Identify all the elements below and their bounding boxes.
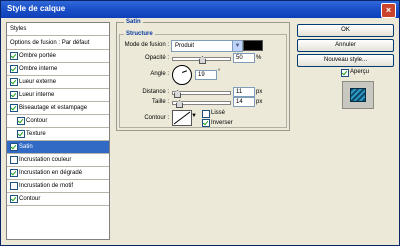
styles-list: Styles Options de fusion : Par défaut Om… (6, 22, 110, 240)
checkbox-gradient-overlay[interactable] (10, 169, 18, 177)
distance-input[interactable]: 11 (233, 87, 255, 97)
size-unit: px (256, 99, 263, 105)
blend-mode-label: Mode de fusion : (124, 42, 169, 48)
new-style-button[interactable]: Nouveau style... (297, 54, 394, 67)
opacity-unit: % (256, 55, 262, 61)
distance-unit: px (256, 89, 263, 95)
preview-label: Aperçu (350, 69, 370, 75)
invert-checkbox[interactable] (202, 119, 210, 127)
blend-mode-value: Produit (175, 43, 195, 49)
contour-curve-icon (173, 111, 191, 125)
close-button[interactable]: × (381, 3, 396, 18)
satin-group-title: Satin (124, 19, 143, 25)
smooth-checkbox[interactable] (202, 110, 210, 118)
styles-header: Styles (7, 23, 109, 36)
checkbox-outer-glow[interactable] (10, 78, 18, 86)
checkbox-inner-shadow[interactable] (10, 65, 18, 73)
checkbox-inner-glow[interactable] (10, 91, 18, 99)
blend-options-item[interactable]: Options de fusion : Par défaut (7, 36, 109, 50)
checkbox-texture[interactable] (17, 130, 25, 138)
chevron-down-icon[interactable]: ▼ (191, 113, 197, 119)
chevron-down-icon[interactable]: ▼ (232, 41, 242, 51)
blend-mode-select[interactable]: Produit ▼ (171, 40, 243, 52)
opacity-label: Opacité : (144, 55, 169, 61)
invert-label: Inverser (211, 120, 233, 126)
satin-color-swatch[interactable] (243, 40, 263, 51)
checkbox-stroke[interactable] (10, 195, 18, 203)
style-item-bevel-contour[interactable]: Contour (7, 115, 109, 128)
close-icon: × (385, 5, 392, 15)
size-label: Taille : (151, 99, 169, 105)
contour-label: Contour : (144, 115, 169, 121)
checkbox-bevel-contour[interactable] (17, 117, 25, 125)
style-item-inner-shadow[interactable]: Ombre interne (7, 63, 109, 76)
style-item-gradient-overlay[interactable]: Incrustation en dégradé (7, 167, 109, 180)
style-item-pattern-overlay[interactable]: Incrustation de motif (7, 180, 109, 193)
window-title: Style de calque (7, 4, 66, 13)
distance-label: Distance : (142, 89, 169, 95)
checkbox-bevel-emboss[interactable] (10, 104, 18, 112)
checkbox-drop-shadow[interactable] (10, 52, 18, 60)
style-item-texture[interactable]: Texture (7, 128, 109, 141)
angle-input[interactable]: 19 (195, 70, 217, 80)
structure-group-title: Structure (124, 31, 155, 37)
checkbox-satin[interactable] (10, 143, 18, 151)
style-item-stroke[interactable]: Contour (7, 193, 109, 206)
opacity-input[interactable]: 50 (233, 53, 255, 63)
smooth-label: Lissé (211, 110, 226, 116)
style-item-inner-glow[interactable]: Lueur interne (7, 89, 109, 102)
ok-button[interactable]: OK (297, 24, 394, 37)
checkbox-color-overlay[interactable] (10, 156, 18, 164)
cancel-button[interactable]: Annuler (297, 39, 394, 52)
style-item-color-overlay[interactable]: Incrustation couleur (7, 154, 109, 167)
style-item-drop-shadow[interactable]: Ombre portée (7, 50, 109, 63)
checkbox-pattern-overlay[interactable] (10, 182, 18, 190)
style-item-outer-glow[interactable]: Lueur externe (7, 76, 109, 89)
preview-checkbox[interactable] (341, 69, 349, 77)
style-item-satin[interactable]: Satin (7, 141, 109, 154)
contour-preview[interactable] (172, 110, 192, 126)
size-input[interactable]: 14 (233, 97, 255, 107)
title-bar: Style de calque × (1, 1, 399, 18)
preview-thumbnail (350, 88, 366, 102)
angle-unit: ° (218, 69, 221, 75)
angle-dial[interactable] (172, 65, 192, 85)
style-item-bevel-emboss[interactable]: Biseautage et estampage (7, 102, 109, 115)
angle-label: Angle : (150, 71, 169, 77)
